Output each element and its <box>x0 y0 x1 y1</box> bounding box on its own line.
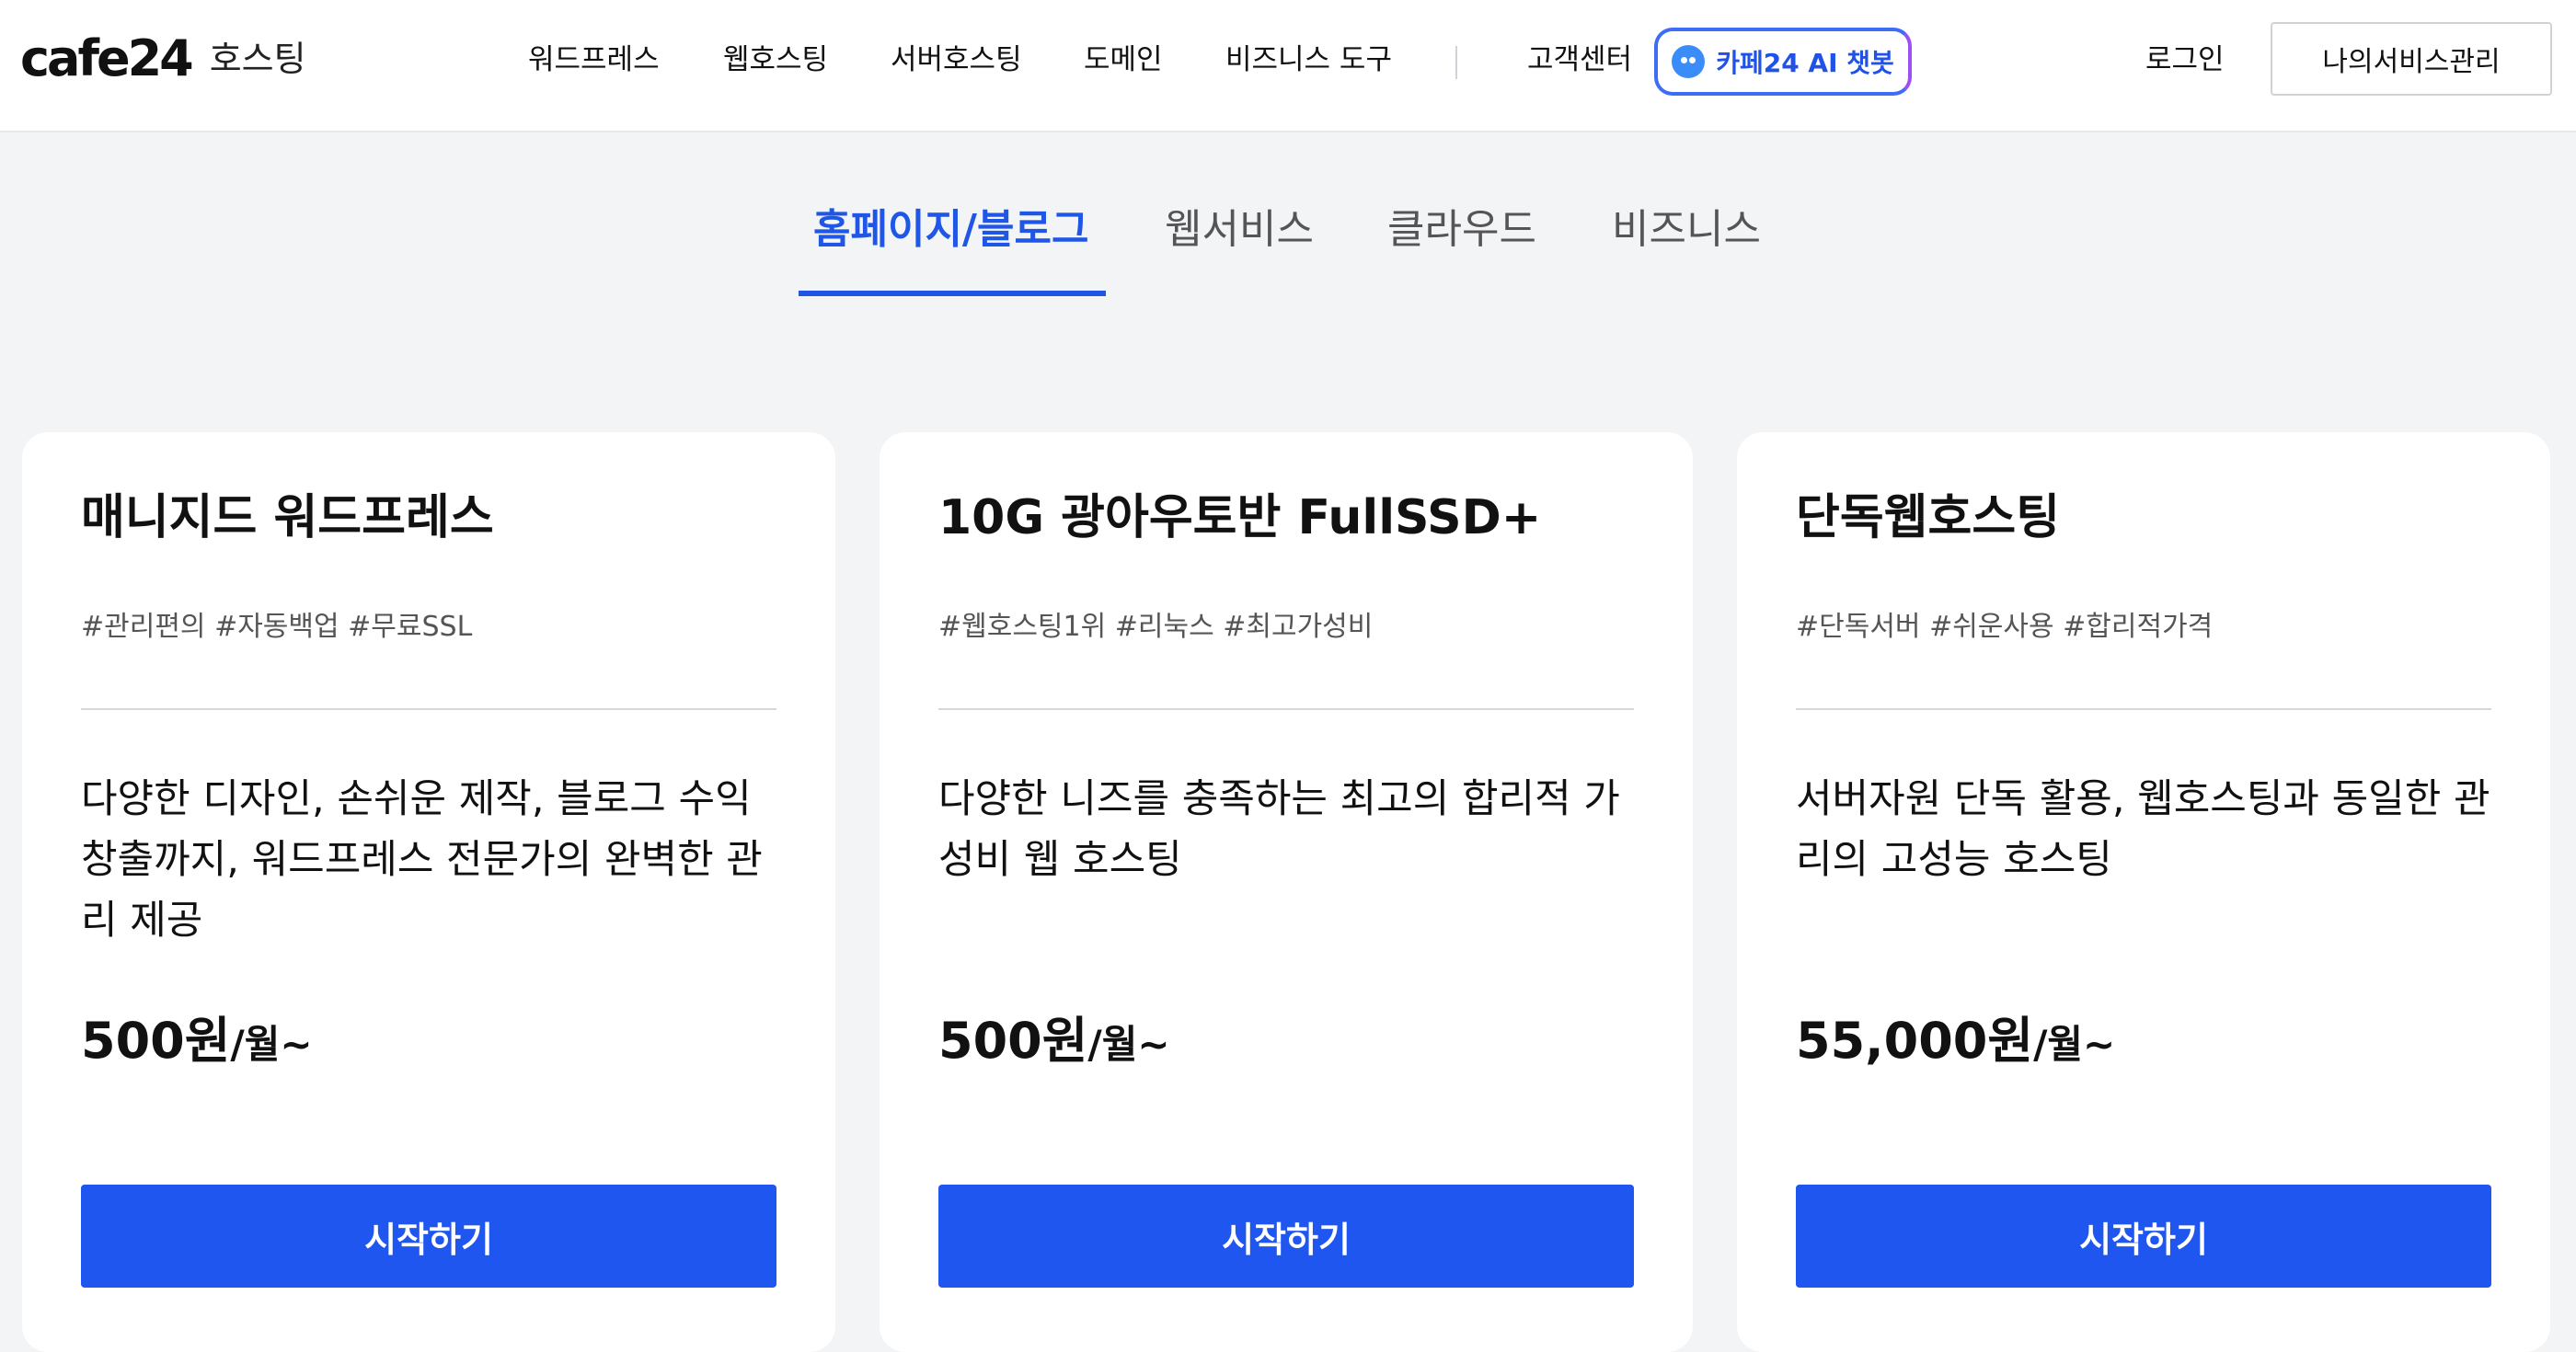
cafe24-logo[interactable]: cafe24 호스팅 <box>20 31 306 86</box>
my-service-button[interactable]: 나의서비스관리 <box>2271 22 2552 96</box>
product-card-10g-autobahn: 10G 광아우토반 FullSSD+ #웹호스팅1위 #리눅스 #최고가성비 다… <box>880 432 1693 1352</box>
product-card-managed-wordpress: 매니지드 워드프레스 #관리편의 #자동백업 #무료SSL 다양한 디자인, 손… <box>22 432 835 1352</box>
card-title: 단독웹호스팅 <box>1796 490 2061 545</box>
card-title: 10G 광아우토반 FullSSD+ <box>938 490 1542 545</box>
price-unit: /월~ <box>2033 1022 2116 1067</box>
nav-item-business-tools[interactable]: 비즈니스 도구 <box>1225 37 1392 83</box>
nav-item-serverhosting[interactable]: 서버호스팅 <box>891 37 1022 83</box>
nav-item-support[interactable]: 고객센터 <box>1527 37 1632 83</box>
tab-homepage-blog[interactable]: 홈페이지/블로그 <box>813 202 1088 258</box>
price-amount: 500원 <box>938 1012 1088 1070</box>
chatbot-icon <box>1672 45 1706 78</box>
start-button[interactable]: 시작하기 <box>81 1185 776 1288</box>
card-title: 매니지드 워드프레스 <box>81 490 494 545</box>
price-unit: /월~ <box>1087 1022 1170 1067</box>
ai-chatbot-label: 카페24 AI 챗봇 <box>1716 48 1894 78</box>
card-divider <box>1796 708 2491 710</box>
product-card-dedicated-webhosting: 단독웹호스팅 #단독서버 #쉬운사용 #합리적가격 서버자원 단독 활용, 웹호… <box>1737 432 2550 1352</box>
active-tab-indicator <box>799 291 1106 296</box>
card-price: 500원/월~ <box>938 1004 1170 1090</box>
tab-business[interactable]: 비즈니스 <box>1612 202 1761 258</box>
price-amount: 500원 <box>81 1012 231 1070</box>
price-amount: 55,000원 <box>1796 1012 2034 1070</box>
card-tags: #관리편의 #자동백업 #무료SSL <box>81 611 473 643</box>
logo-subtitle: 호스팅 <box>209 39 306 79</box>
card-description: 다양한 디자인, 손쉬운 제작, 블로그 수익 창출까지, 워드프레스 전문가의… <box>81 776 763 944</box>
card-tags: #웹호스팅1위 #리눅스 #최고가성비 <box>938 611 1374 643</box>
ai-chatbot-button[interactable]: 카페24 AI 챗봇 <box>1654 28 1912 96</box>
logo-mark: cafe24 <box>20 29 194 87</box>
nav-divider <box>1455 46 1457 79</box>
nav-item-wordpress[interactable]: 워드프레스 <box>528 37 660 83</box>
card-price: 55,000원/월~ <box>1796 1004 2115 1090</box>
card-price: 500원/월~ <box>81 1004 313 1090</box>
site-header: cafe24 호스팅 워드프레스 웹호스팅 서버호스팅 도메인 비즈니스 도구 … <box>0 0 2576 132</box>
start-button[interactable]: 시작하기 <box>1796 1185 2491 1288</box>
start-button[interactable]: 시작하기 <box>938 1185 1634 1288</box>
price-unit: /월~ <box>230 1022 313 1067</box>
card-description: 서버자원 단독 활용, 웹호스팅과 동일한 관리의 고성능 호스팅 <box>1796 776 2490 883</box>
card-divider <box>938 708 1634 710</box>
card-tags: #단독서버 #쉬운사용 #합리적가격 <box>1796 611 2214 643</box>
tab-web-service[interactable]: 웹서비스 <box>1165 202 1314 258</box>
tab-cloud[interactable]: 클라우드 <box>1387 202 1536 258</box>
nav-item-webhosting[interactable]: 웹호스팅 <box>723 37 828 83</box>
card-divider <box>81 708 776 710</box>
login-link[interactable]: 로그인 <box>2145 37 2225 83</box>
card-description: 다양한 니즈를 충족하는 최고의 합리적 가성비 웹 호스팅 <box>938 776 1620 883</box>
nav-item-domain[interactable]: 도메인 <box>1084 37 1163 83</box>
